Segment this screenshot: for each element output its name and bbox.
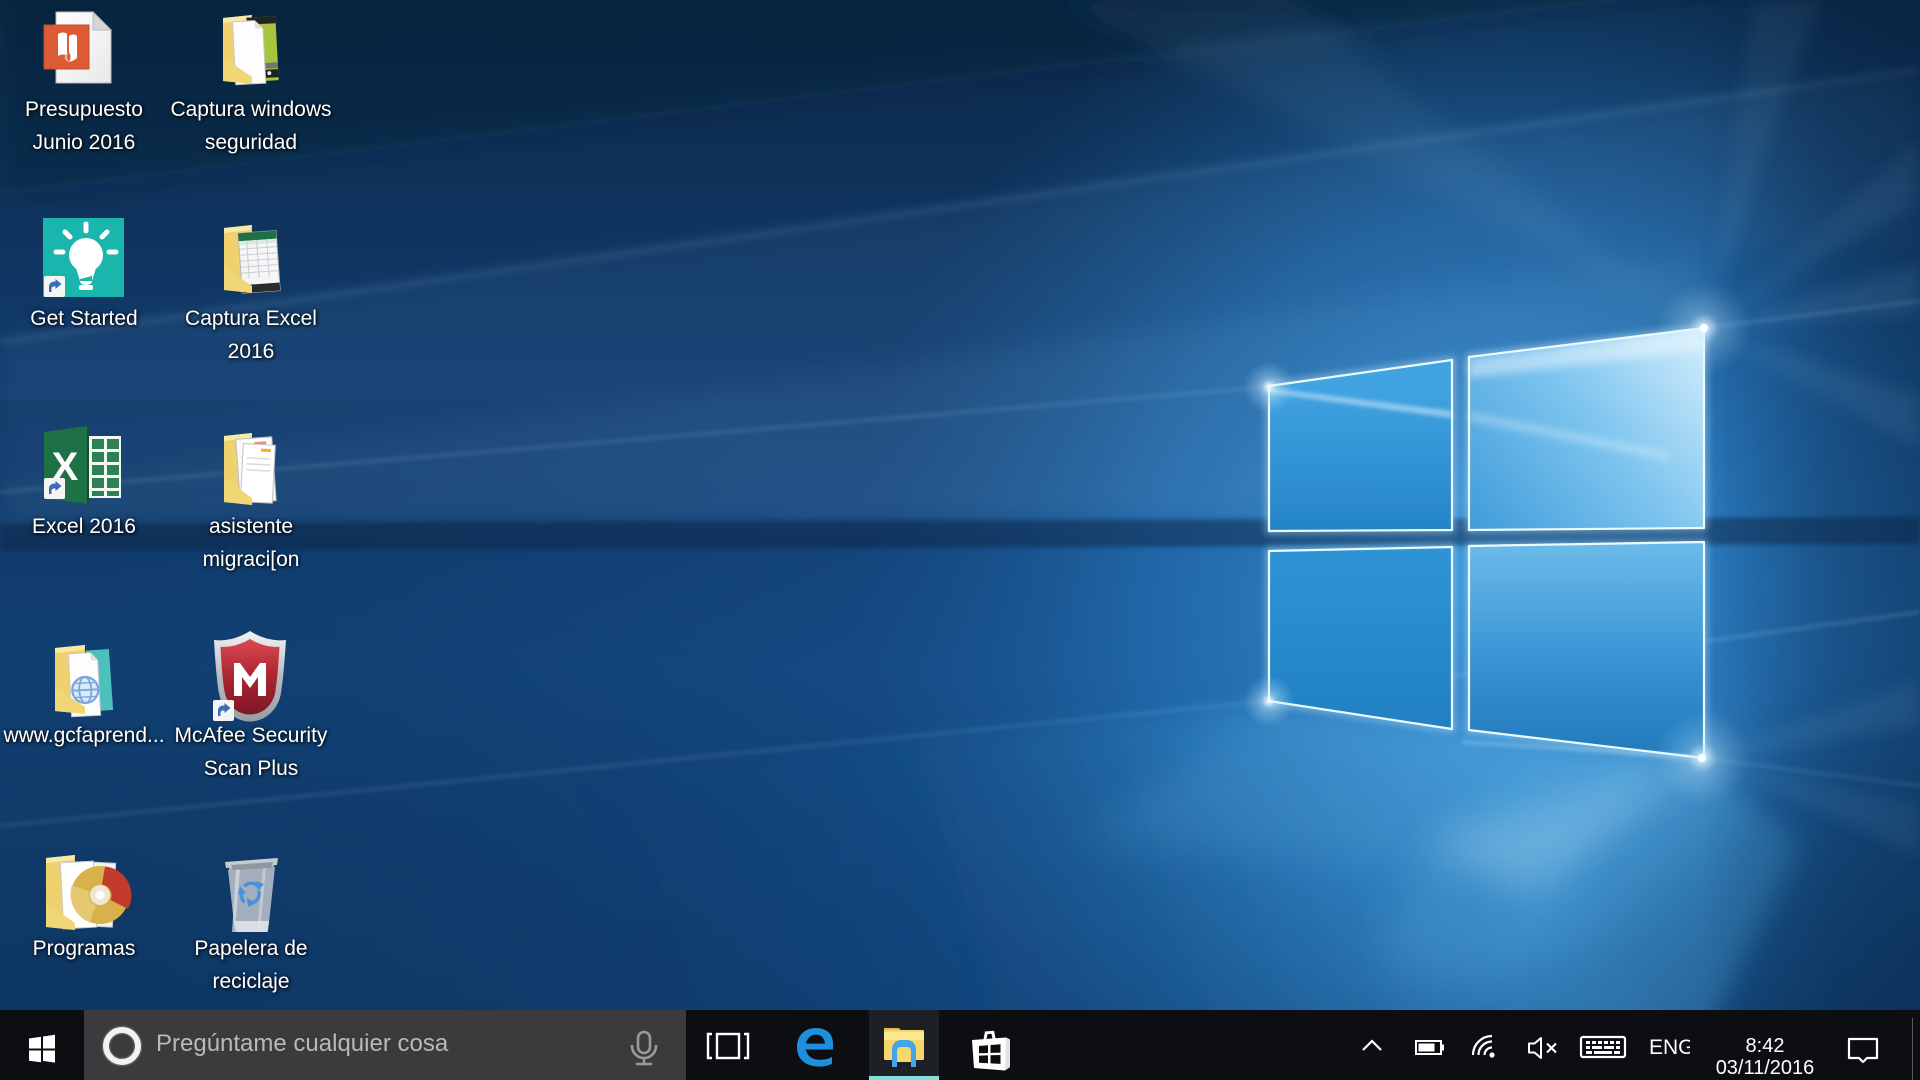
svg-text:ENG: ENG: [1649, 1036, 1690, 1059]
